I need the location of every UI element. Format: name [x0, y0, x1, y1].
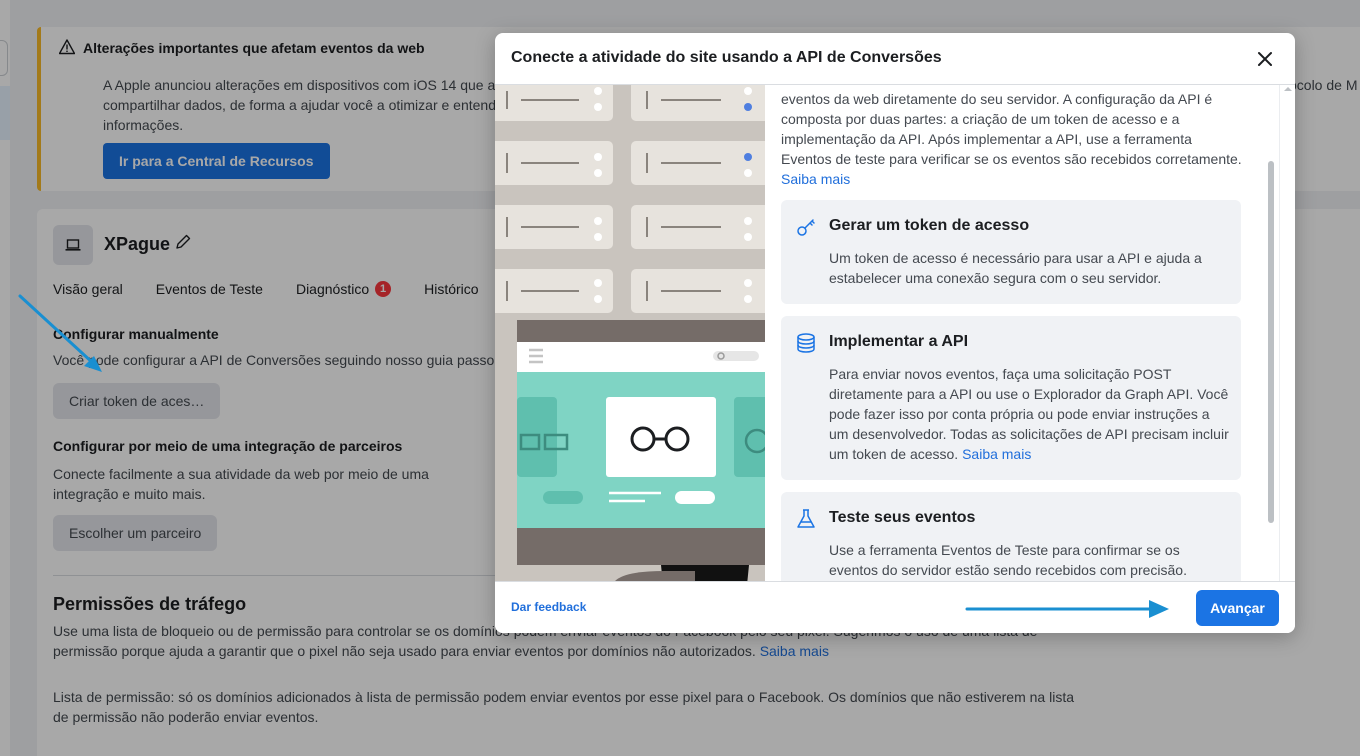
intro-learn-more-link[interactable]: Saiba mais — [781, 171, 850, 187]
dialog-content: eventos da web diretamente do seu servid… — [765, 85, 1295, 581]
card-learn-more-link[interactable]: Saiba mais — [962, 446, 1031, 462]
key-icon — [797, 219, 815, 236]
step-card-implement-api: Implementar a API Para enviar novos even… — [781, 316, 1241, 480]
intro-text: eventos da web diretamente do seu servid… — [781, 91, 1242, 167]
card-title: Gerar um token de acesso — [829, 217, 1030, 234]
dialog-header: Conecte a atividade do site usando a API… — [495, 33, 1295, 85]
annotation-arrow-icon — [18, 294, 102, 372]
flask-icon — [797, 509, 815, 528]
close-icon[interactable] — [1255, 49, 1275, 69]
server-illustration — [495, 85, 765, 581]
card-title: Teste seus eventos — [829, 509, 976, 526]
card-title: Implementar a API — [829, 333, 969, 350]
card-text: Um token de acesso é necessário para usa… — [829, 250, 1202, 286]
annotation-arrow-icon — [965, 600, 1169, 618]
dialog-intro: eventos da web diretamente do seu servid… — [781, 89, 1246, 189]
card-text: Para enviar novos eventos, faça uma soli… — [829, 364, 1229, 464]
conversions-api-dialog: Conecte a atividade do site usando a API… — [495, 33, 1295, 633]
scrollbar-track[interactable] — [1279, 85, 1295, 581]
step-card-access-token: Gerar um token de acesso Um token de ace… — [781, 200, 1241, 304]
step-card-test-events: Teste seus eventos Use a ferramenta Even… — [781, 492, 1241, 581]
dialog-footer: Dar feedback Avançar — [495, 581, 1295, 633]
database-icon — [797, 333, 815, 353]
scroll-up-icon[interactable] — [1284, 87, 1292, 91]
card-text: Use a ferramenta Eventos de Teste para c… — [829, 542, 1187, 578]
next-button[interactable]: Avançar — [1196, 590, 1279, 626]
dialog-title: Conecte a atividade do site usando a API… — [511, 49, 942, 66]
content-scrollbar-thumb[interactable] — [1268, 161, 1274, 523]
server-illustration-graphic — [495, 85, 765, 581]
give-feedback-link[interactable]: Dar feedback — [511, 600, 586, 614]
